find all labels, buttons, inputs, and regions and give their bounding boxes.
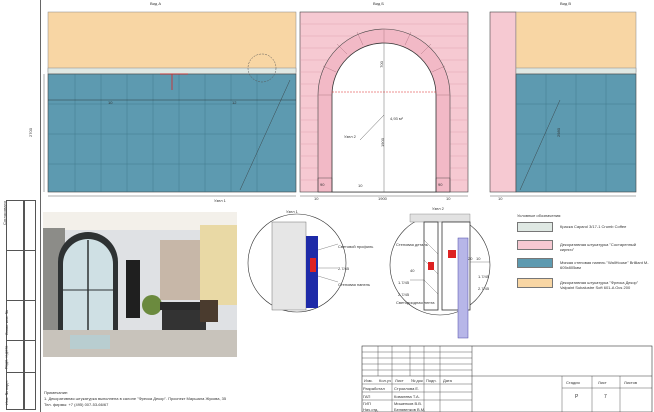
tb-name: Белявенков В.М. — [394, 407, 426, 412]
tb-stage-head: Стадия — [566, 380, 580, 385]
tb-head-izm: Изм. — [364, 378, 373, 383]
tb-role: Нач.отд. — [363, 407, 379, 412]
tb-head-podp: Подп. — [426, 378, 437, 383]
tb-stage: Р — [575, 394, 579, 400]
tb-role: ГАП — [363, 394, 371, 399]
tb-head-ndoc: № док — [411, 378, 423, 383]
tb-sheet: 7 — [604, 394, 607, 400]
tb-name: Ковалева Т.А. — [394, 394, 420, 399]
tb-name: Строилова Е. — [394, 386, 420, 391]
tb-head-kol: Кол.уч — [379, 378, 391, 383]
tb-sheet-head: Лист — [598, 380, 607, 385]
tb-sheets-head: Листов — [624, 380, 637, 385]
tb-role: ГИП — [363, 401, 371, 406]
tb-role: Разработал — [363, 386, 385, 391]
title-block-grid — [361, 345, 653, 412]
tb-head-list: Лист — [395, 378, 404, 383]
tb-head-data: Дата — [443, 378, 452, 383]
tb-name: Мишенков В.В. — [394, 401, 423, 406]
